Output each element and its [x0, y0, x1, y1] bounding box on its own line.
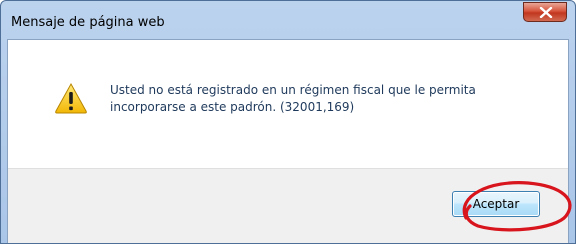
- button-bar: Aceptar: [8, 168, 568, 243]
- dialog-content: Usted no está registrado en un régimen f…: [7, 39, 569, 243]
- accept-button[interactable]: Aceptar: [452, 191, 540, 217]
- title-bar[interactable]: Mensaje de página web: [1, 1, 575, 39]
- close-icon: [539, 7, 553, 18]
- message-text: Usted no está registrado en un régimen f…: [110, 83, 476, 114]
- dialog-title: Mensaje de página web: [11, 15, 165, 30]
- close-button[interactable]: [523, 2, 567, 22]
- warning-icon: [55, 82, 87, 114]
- dialog-window: Mensaje de página web Usted no está regi…: [0, 0, 576, 244]
